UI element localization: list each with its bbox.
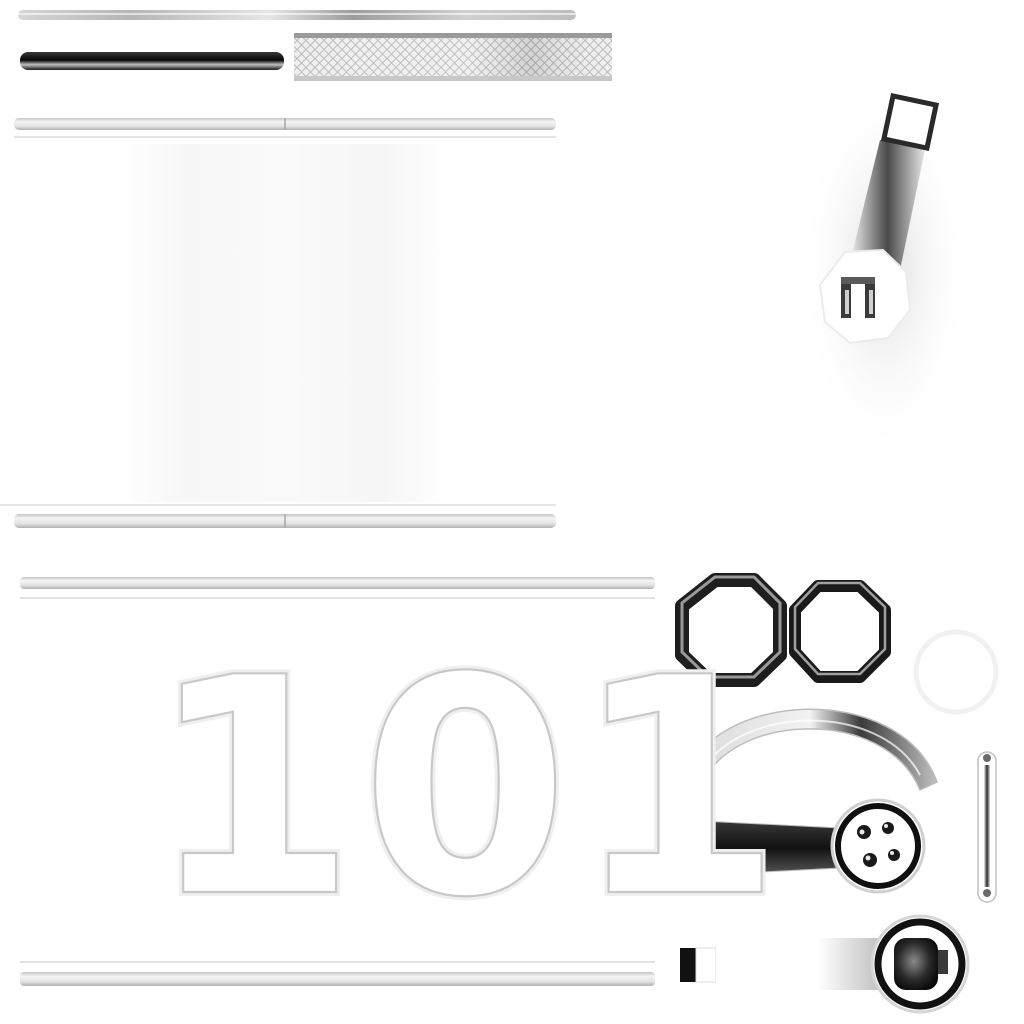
lower-frame-rails	[0, 504, 556, 528]
upper-frame-rails	[14, 118, 556, 138]
svg-text:101: 101	[148, 614, 786, 963]
side-panel-area	[118, 144, 450, 502]
crank-arm	[799, 83, 970, 457]
number-decal: 101 101	[144, 610, 786, 967]
texture-atlas: 101 101	[0, 10, 999, 1014]
faint-ring	[913, 629, 999, 715]
vertical-pin	[977, 751, 997, 903]
diamond-plate-panel	[294, 33, 612, 81]
black-rail-bar	[20, 52, 284, 70]
octagon-ring-right	[789, 580, 891, 683]
top-trim-strip	[18, 10, 576, 20]
